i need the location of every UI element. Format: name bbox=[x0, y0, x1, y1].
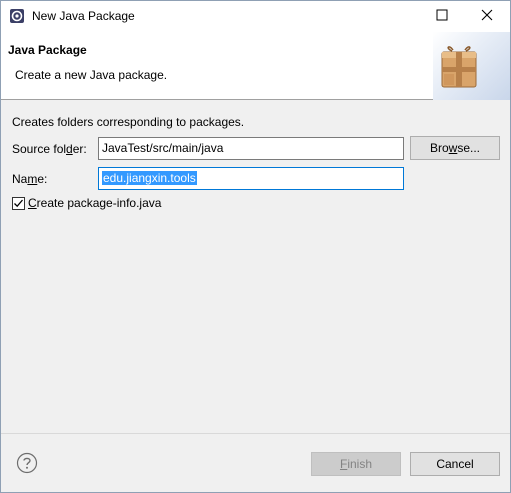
new-java-package-dialog: New Java Package Java Package Create a n… bbox=[0, 0, 511, 493]
banner-description: Create a new Java package. bbox=[15, 68, 168, 82]
create-package-info-label: Create package-info.java bbox=[28, 196, 162, 210]
help-icon bbox=[16, 452, 38, 474]
help-button[interactable] bbox=[16, 452, 38, 474]
window-title: New Java Package bbox=[32, 9, 135, 23]
description-text: Creates folders corresponding to package… bbox=[12, 115, 245, 129]
cancel-button[interactable]: Cancel bbox=[410, 452, 500, 476]
source-folder-label: Source folder: bbox=[12, 142, 87, 156]
title-bar: New Java Package bbox=[1, 1, 510, 32]
header-banner: Java Package Create a new Java package. bbox=[1, 32, 510, 100]
eclipse-icon bbox=[9, 8, 25, 24]
package-name-input[interactable]: edu.jiangxin.tools bbox=[98, 167, 404, 190]
checkbox-checked-icon bbox=[12, 196, 25, 210]
close-icon bbox=[481, 9, 493, 24]
source-folder-value: JavaTest/src/main/java bbox=[102, 141, 224, 155]
finish-button[interactable]: Finish bbox=[311, 452, 401, 476]
package-name-value: edu.jiangxin.tools bbox=[102, 171, 197, 185]
source-folder-input[interactable]: JavaTest/src/main/java bbox=[98, 137, 404, 160]
close-button[interactable] bbox=[464, 1, 509, 31]
maximize-icon bbox=[436, 9, 448, 24]
package-icon bbox=[439, 42, 479, 90]
banner-title: Java Package bbox=[8, 43, 87, 57]
name-label: Name: bbox=[12, 172, 48, 186]
banner-art bbox=[433, 32, 510, 100]
browse-button[interactable]: Bro w se... bbox=[410, 136, 500, 160]
footer-separator bbox=[1, 433, 510, 434]
create-package-info-checkbox[interactable]: Create package-info.java bbox=[12, 196, 161, 210]
maximize-button[interactable] bbox=[419, 1, 464, 31]
